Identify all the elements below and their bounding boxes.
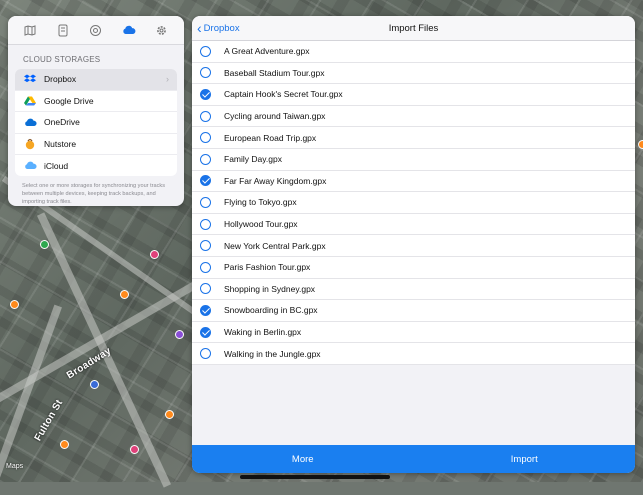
file-name: European Road Trip.gpx [224,132,317,143]
tab-gear[interactable] [153,21,171,39]
back-label: Dropbox [203,22,240,34]
file-row[interactable]: Cycling around Taiwan.gpx [192,106,635,128]
file-name: Captain Hook's Secret Tour.gpx [224,89,343,100]
storage-item-onedrive[interactable]: OneDrive [15,112,177,134]
storage-list: Dropbox › Google Drive OneDrive Nutstore [15,69,177,176]
empty-circle-icon[interactable] [200,348,211,360]
device-icon [58,24,68,36]
file-row[interactable]: Shopping in Sydney.gpx [192,279,635,301]
gear-icon [157,25,166,35]
empty-circle-icon[interactable] [200,196,211,208]
map-poi[interactable] [40,240,49,249]
checkmark-circle-icon[interactable] [200,88,211,100]
file-row[interactable]: Snowboarding in BC.gpx [192,300,635,322]
cloud-storages-panel: CLOUD STORAGES Dropbox › Google Drive On… [8,16,184,206]
section-title: CLOUD STORAGES [23,55,101,64]
storage-label: Google Drive [44,95,94,106]
onedrive-icon [23,116,37,128]
file-name: Flying to Tokyo.gpx [224,197,297,208]
cloud-icon [123,25,136,34]
settings-dial-icon [90,24,102,36]
chevron-left-icon: ‹ [197,20,202,36]
import-footer: More Import [192,445,635,473]
panel-tabbar [8,16,184,45]
empty-circle-icon[interactable] [200,283,211,295]
storage-label: iCloud [44,160,69,171]
storage-label: Dropbox [44,74,77,85]
chevron-right-icon: › [166,74,169,85]
map-poi[interactable] [60,440,69,449]
nutstore-icon [23,138,37,150]
file-row[interactable]: Waking in Berlin.gpx [192,322,635,344]
file-name: New York Central Park.gpx [224,240,326,251]
panel-note: Select one or more storages for synchron… [22,182,166,205]
empty-circle-icon[interactable] [200,218,211,230]
file-row[interactable]: Hollywood Tour.gpx [192,214,635,236]
empty-circle-icon[interactable] [200,153,211,165]
map-poi[interactable] [150,250,159,259]
import-button[interactable]: Import [414,445,636,473]
file-list: A Great Adventure.gpx Baseball Stadium To… [192,41,635,365]
file-name: Hollywood Tour.gpx [224,219,298,230]
dropbox-icon [23,73,37,85]
back-button[interactable]: ‹ Dropbox [197,16,240,40]
file-row[interactable]: New York Central Park.gpx [192,235,635,257]
file-name: Walking in the Jungle.gpx [224,348,321,359]
checkmark-circle-icon[interactable] [200,175,211,187]
map-poi[interactable] [638,140,643,149]
checkmark-circle-icon[interactable] [200,304,211,316]
map-poi[interactable] [90,380,99,389]
file-name: A Great Adventure.gpx [224,46,310,57]
file-row[interactable]: Far Far Away Kingdom.gpx [192,171,635,193]
empty-circle-icon[interactable] [200,132,211,144]
file-row[interactable]: Flying to Tokyo.gpx [192,192,635,214]
tab-settings-dial[interactable] [87,21,105,39]
map-poi[interactable] [165,410,174,419]
map-poi[interactable] [120,290,129,299]
empty-circle-icon[interactable] [200,67,211,79]
checkmark-circle-icon[interactable] [200,326,211,338]
file-row[interactable]: Family Day.gpx [192,149,635,171]
empty-circle-icon[interactable] [200,261,211,273]
storage-label: OneDrive [44,117,80,128]
file-row[interactable]: Captain Hook's Secret Tour.gpx [192,84,635,106]
empty-circle-icon[interactable] [200,110,211,122]
storage-item-icloud[interactable]: iCloud [15,155,177,176]
file-row[interactable]: Walking in the Jungle.gpx [192,343,635,365]
file-name: Shopping in Sydney.gpx [224,283,316,294]
map-street-label: Fulton St [32,397,66,444]
file-name: Baseball Stadium Tour.gpx [224,67,325,78]
file-row[interactable]: Baseball Stadium Tour.gpx [192,63,635,85]
tab-cloud[interactable] [120,21,138,39]
file-row[interactable]: European Road Trip.gpx [192,127,635,149]
file-name: Snowboarding in BC.gpx [224,305,318,316]
map-icon [24,24,36,36]
map-poi[interactable] [130,445,139,454]
file-row[interactable]: Paris Fashion Tour.gpx [192,257,635,279]
maps-logo: Maps [6,463,24,470]
empty-circle-icon[interactable] [200,240,211,252]
page-title: Import Files [388,22,439,34]
google-drive-icon [23,95,37,107]
file-name: Waking in Berlin.gpx [224,327,302,338]
map-poi[interactable] [10,300,19,309]
file-row[interactable]: A Great Adventure.gpx [192,41,635,63]
tab-map[interactable] [21,21,39,39]
more-button[interactable]: More [192,445,414,473]
file-name: Cycling around Taiwan.gpx [224,111,326,122]
storage-label: Nutstore [44,139,77,150]
file-name: Far Far Away Kingdom.gpx [224,175,327,186]
import-header: ‹ Dropbox Import Files [192,16,635,41]
empty-circle-icon[interactable] [200,45,211,57]
file-name: Family Day.gpx [224,154,282,165]
tab-device[interactable] [54,21,72,39]
home-indicator [240,475,390,479]
map-poi[interactable] [175,330,184,339]
storage-item-dropbox[interactable]: Dropbox › [15,69,177,91]
storage-item-nutstore[interactable]: Nutstore [15,134,177,156]
file-name: Paris Fashion Tour.gpx [224,262,311,273]
storage-item-google-drive[interactable]: Google Drive [15,91,177,113]
import-files-panel: ‹ Dropbox Import Files A Great Adventure… [192,16,635,473]
icloud-icon [23,160,37,172]
